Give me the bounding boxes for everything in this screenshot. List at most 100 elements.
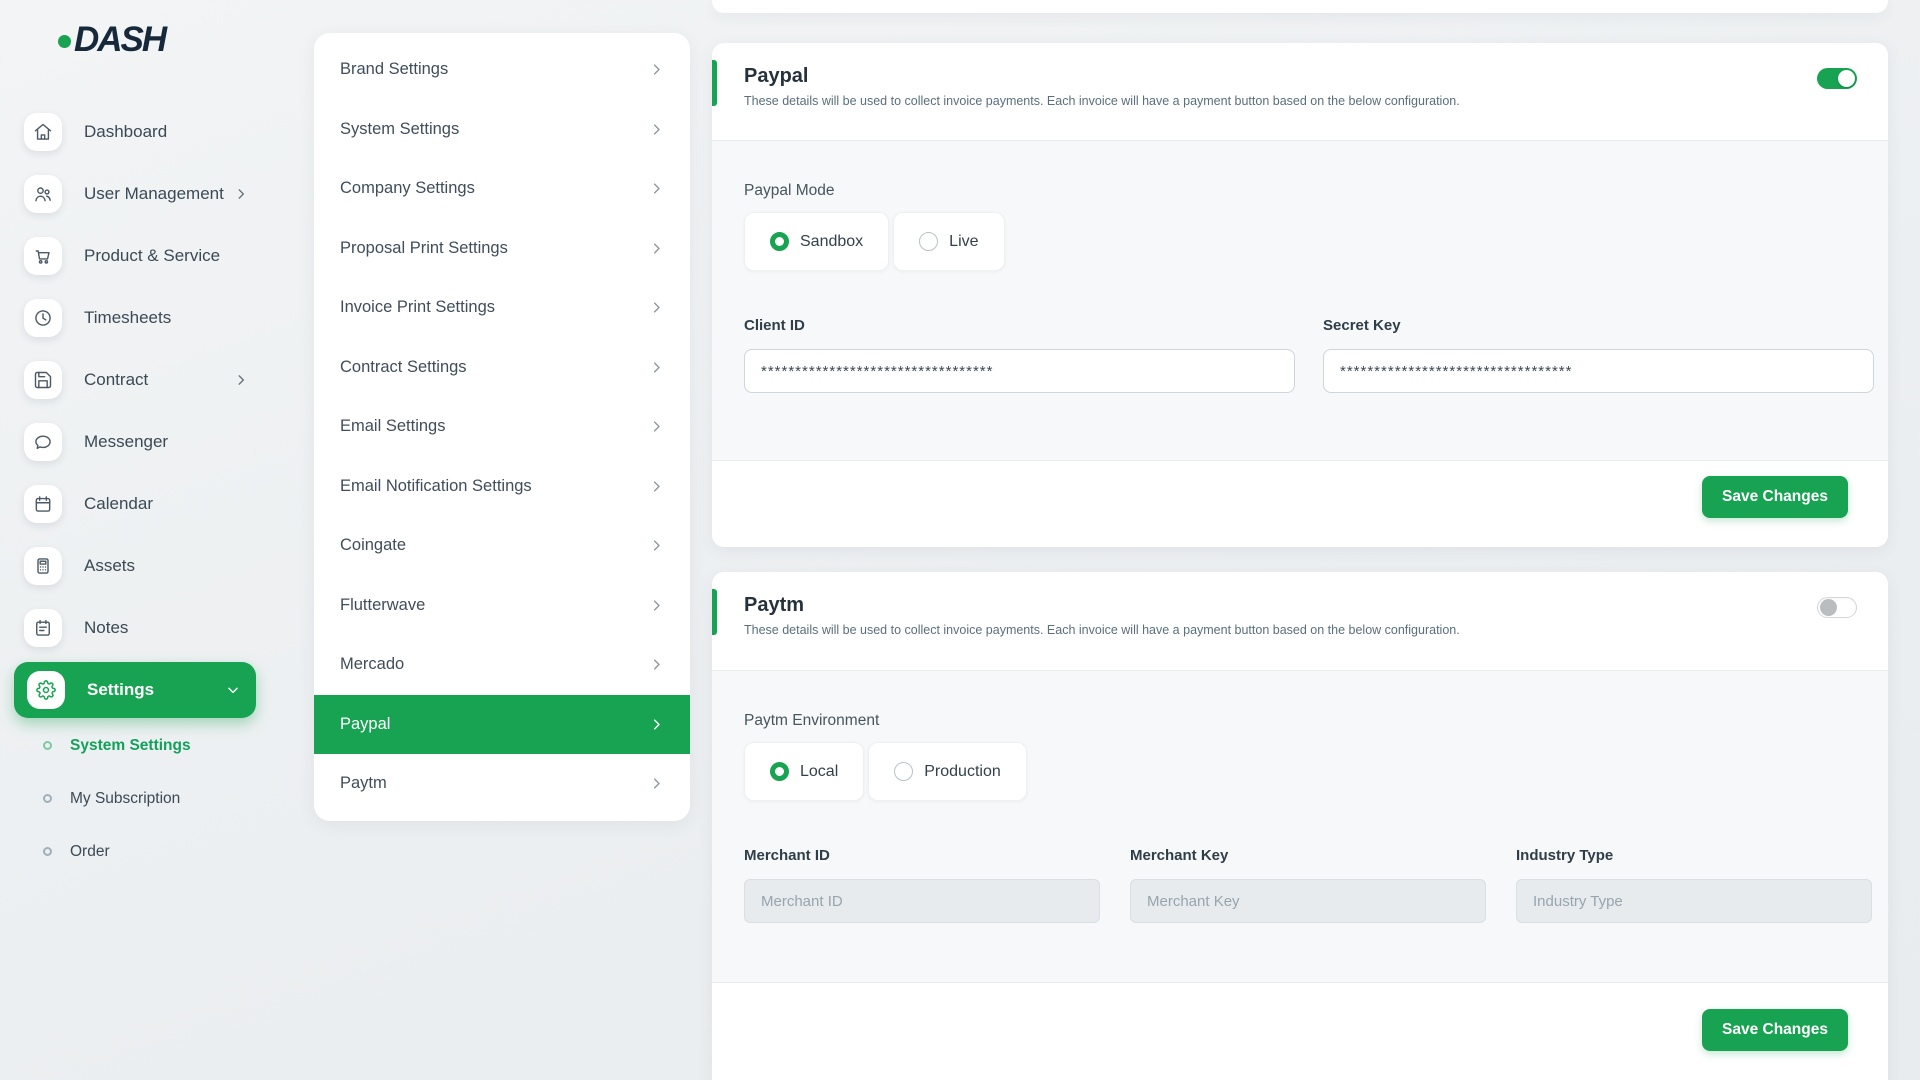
paypal-card-footer: Save Changes [712,460,1888,518]
settings-menu-item-paypal[interactable]: Paypal [314,695,690,755]
radio-unchecked-icon [919,232,938,251]
chevron-right-icon [649,538,664,553]
sidebar-item-timesheets[interactable]: Timesheets [0,287,290,349]
chevron-right-icon [649,598,664,613]
sidebar-subitem-order[interactable]: Order [0,825,290,878]
sidebar-item-messenger[interactable]: Messenger [0,411,290,473]
settings-menu-item-contract-settings[interactable]: Contract Settings [314,338,690,398]
chevron-right-icon [649,776,664,791]
sidebar-item-settings[interactable]: Settings [14,662,256,718]
sidebar-subitem-system-settings[interactable]: System Settings [0,719,290,772]
calculator-icon [24,547,62,585]
menu-item-label: Proposal Print Settings [340,239,508,258]
settings-menu-item-brand-settings[interactable]: Brand Settings [314,40,690,100]
sidebar-item-contract[interactable]: Contract [0,349,290,411]
paytm-settings-card: Paytm These details will be used to coll… [712,572,1888,1080]
merchant-id-field: Merchant ID [744,847,1100,923]
paytm-fields: Merchant ID Merchant Key Industry Type [744,847,1856,923]
industry-type-label: Industry Type [1516,847,1872,865]
settings-menu-item-paytm[interactable]: Paytm [314,754,690,814]
paytm-description: These details will be used to collect in… [744,623,1856,637]
sidebar-item-label: Assets [84,556,135,576]
sidebar-item-label: Timesheets [84,308,171,328]
app-logo[interactable]: DASH [58,18,165,62]
sidebar-item-label: Product & Service [84,246,220,266]
industry-type-input[interactable] [1516,879,1872,923]
settings-menu-item-system-settings[interactable]: System Settings [314,100,690,160]
settings-menu-item-company-settings[interactable]: Company Settings [314,159,690,219]
save-changes-button[interactable]: Save Changes [1702,1009,1848,1051]
settings-menu-item-flutterwave[interactable]: Flutterwave [314,576,690,636]
sidebar-subitem-my-subscription[interactable]: My Subscription [0,772,290,825]
paypal-card-body: Paypal Mode Sandbox Live Client ID Secre… [712,140,1888,460]
clock-icon [24,299,62,337]
sidebar-item-label: Settings [87,680,154,700]
calendar-icon [24,485,62,523]
menu-item-label: Contract Settings [340,358,467,377]
cart-icon [24,237,62,275]
chevron-right-icon [649,300,664,315]
sidebar-item-notes[interactable]: Notes [0,597,290,659]
paypal-mode-live-radio[interactable]: Live [893,212,1004,271]
chevron-right-icon [649,181,664,196]
settings-menu-item-email-notification-settings[interactable]: Email Notification Settings [314,457,690,517]
chat-icon [24,423,62,461]
chevron-right-icon [234,373,248,387]
sidebar: DASH Dashboard User Management Product &… [0,0,290,1080]
accent-bar [712,589,717,635]
subitem-label: Order [70,843,110,861]
sidebar-item-calendar[interactable]: Calendar [0,473,290,535]
sidebar-item-assets[interactable]: Assets [0,535,290,597]
paypal-enabled-toggle[interactable] [1817,68,1857,89]
industry-type-field: Industry Type [1516,847,1872,923]
paypal-settings-card: Paypal These details will be used to col… [712,43,1888,547]
sidebar-item-product-service[interactable]: Product & Service [0,225,290,287]
contract-icon [24,361,62,399]
paytm-enabled-toggle[interactable] [1817,597,1857,618]
chevron-right-icon [649,241,664,256]
sidebar-item-dashboard[interactable]: Dashboard [0,101,290,163]
paytm-title: Paytm [744,594,1856,617]
paypal-card-header: Paypal These details will be used to col… [712,43,1888,140]
chevron-right-icon [649,419,664,434]
sidebar-nav: Dashboard User Management Product & Serv… [0,101,290,721]
paypal-mode-sandbox-radio[interactable]: Sandbox [744,212,889,271]
bullet-icon [43,847,52,856]
menu-item-label: Brand Settings [340,60,448,79]
chevron-right-icon [649,479,664,494]
menu-item-label: Flutterwave [340,596,425,615]
paytm-environment-options: Local Production [744,742,1856,801]
paytm-env-production-radio[interactable]: Production [868,742,1027,801]
bullet-icon [43,741,52,750]
paypal-mode-options: Sandbox Live [744,212,1856,271]
logo-dot-icon [58,35,71,48]
previous-card-bottom [712,0,1888,13]
chevron-down-icon [226,683,240,697]
secret-key-input[interactable] [1323,349,1874,393]
merchant-id-input[interactable] [744,879,1100,923]
paytm-env-local-radio[interactable]: Local [744,742,864,801]
paypal-title: Paypal [744,65,1856,88]
menu-item-label: Company Settings [340,179,475,198]
chevron-right-icon [649,717,664,732]
settings-menu-item-coingate[interactable]: Coingate [314,516,690,576]
settings-menu-item-proposal-print-settings[interactable]: Proposal Print Settings [314,219,690,279]
merchant-key-input[interactable] [1130,879,1486,923]
accent-bar [712,60,717,106]
menu-item-label: Invoice Print Settings [340,298,495,317]
settings-menu-item-mercado[interactable]: Mercado [314,635,690,695]
gear-icon [27,671,65,709]
merchant-key-label: Merchant Key [1130,847,1486,865]
menu-item-label: Mercado [340,655,404,674]
client-id-input[interactable] [744,349,1295,393]
toggle-knob [1820,599,1837,616]
toggle-knob [1838,70,1855,87]
subitem-label: System Settings [70,737,191,755]
paytm-card-body: Paytm Environment Local Production Merch… [712,670,1888,982]
save-changes-button[interactable]: Save Changes [1702,476,1848,518]
settings-menu-item-email-settings[interactable]: Email Settings [314,397,690,457]
sidebar-item-user-management[interactable]: User Management [0,163,290,225]
menu-item-label: Email Notification Settings [340,477,532,496]
settings-menu-item-invoice-print-settings[interactable]: Invoice Print Settings [314,278,690,338]
paytm-environment-label: Paytm Environment [744,671,1856,730]
